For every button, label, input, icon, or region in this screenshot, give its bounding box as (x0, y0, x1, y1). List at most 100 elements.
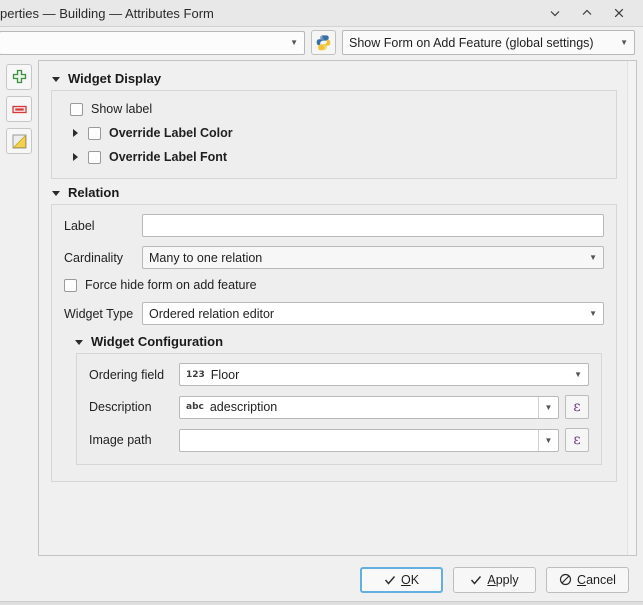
field-selector-combo[interactable]: ▼ (0, 30, 305, 55)
cancel-button[interactable]: Cancel (546, 566, 629, 593)
show-label-text: Show label (91, 102, 153, 116)
form-mode-combo[interactable]: Show Form on Add Feature (global setting… (342, 30, 635, 55)
widget-display-group: Show label Override Label Color Override… (51, 90, 617, 179)
add-item-button[interactable] (6, 64, 32, 90)
title-bar: perties — Building — Attributes Form (0, 0, 643, 27)
image-path-expression-button[interactable]: ε (565, 428, 589, 452)
override-label-font-checkbox[interactable] (88, 150, 101, 164)
minimize-icon[interactable] (547, 5, 563, 21)
cardinality-caption: Cardinality (64, 250, 124, 265)
chevron-down-icon[interactable]: ▼ (538, 396, 558, 418)
ordering-field-combo[interactable]: 123 Floor ▼ (179, 363, 589, 386)
check-icon (471, 575, 482, 585)
window-title: perties — Building — Attributes Form (0, 5, 214, 21)
properties-panel: Widget Display Show label Override Label… (38, 60, 637, 556)
image-path-caption: Image path (89, 433, 152, 447)
ok-mnemonic: O (400, 572, 411, 587)
override-label-font-row[interactable]: Override Label Font (70, 150, 604, 164)
text-type-icon: abc (186, 402, 204, 412)
widget-configuration-group: Ordering field 123 Floor ▼ Description a… (76, 353, 602, 465)
widget-type-combo[interactable]: Ordered relation editor ▼ (142, 302, 604, 325)
cancel-mnemonic: C (577, 572, 587, 587)
cardinality-value: Many to one relation (149, 250, 263, 265)
chevron-down-icon (75, 339, 83, 345)
left-toolbar (0, 58, 38, 560)
properties-content: Widget Display Show label Override Label… (39, 61, 627, 555)
expand-override-label-color-button[interactable] (70, 128, 80, 138)
relation-label-caption: Label (64, 218, 95, 233)
python-init-button[interactable] (311, 30, 336, 55)
relation-label-input[interactable] (142, 214, 604, 237)
integer-type-icon: 123 (186, 369, 205, 380)
vertical-scrollbar[interactable] (627, 61, 636, 555)
maximize-icon[interactable] (579, 5, 595, 21)
form-mode-value: Show Form on Add Feature (global setting… (349, 35, 594, 50)
expand-override-label-font-button[interactable] (70, 152, 80, 162)
relation-group: Label Cardinality Many to one relation ▼ (51, 204, 617, 482)
ok-rest: K (410, 572, 420, 587)
red-minus-icon (11, 105, 27, 113)
top-toolbar: ▼ Show Form on Add Feature (global setti… (0, 27, 643, 58)
section-relation[interactable]: Relation (51, 185, 617, 200)
section-relation-title: Relation (68, 185, 120, 200)
ok-button[interactable]: OK (360, 566, 443, 593)
window-bottom-edge (0, 601, 643, 605)
section-widget-configuration-title: Widget Configuration (91, 334, 224, 349)
apply-button-label: Apply (487, 573, 518, 587)
force-hide-text: Force hide form on add feature (85, 278, 257, 292)
section-widget-display-title: Widget Display (68, 71, 162, 86)
yellow-triangle-icon (12, 134, 26, 148)
chevron-down-icon: ▼ (589, 252, 597, 262)
description-expression-button[interactable]: ε (565, 395, 589, 419)
python-icon (316, 35, 331, 51)
widget-type-row: Widget Type Ordered relation editor ▼ (64, 302, 604, 325)
force-hide-checkbox[interactable] (64, 278, 77, 292)
chevron-down-icon[interactable]: ▼ (538, 429, 558, 451)
force-hide-row[interactable]: Force hide form on add feature (64, 278, 604, 292)
description-combo[interactable]: abc adescription ▼ (179, 395, 559, 419)
description-caption: Description (89, 400, 152, 414)
override-label-color-text: Override Label Color (109, 126, 233, 140)
dialog-footer: OK Apply Cancel (0, 560, 643, 605)
image-path-combo[interactable]: ▼ (179, 428, 559, 452)
close-icon[interactable] (611, 5, 627, 21)
override-label-color-checkbox[interactable] (88, 126, 101, 140)
chevron-down-icon (52, 76, 60, 82)
epsilon-icon: ε (573, 432, 581, 448)
cardinality-row: Cardinality Many to one relation ▼ (64, 246, 604, 269)
remove-item-button[interactable] (6, 96, 32, 122)
apply-rest: pply (495, 572, 519, 587)
ordering-field-caption: Ordering field (89, 367, 165, 382)
cardinality-combo[interactable]: Many to one relation ▼ (142, 246, 604, 269)
description-value: adescription (209, 400, 278, 414)
chevron-down-icon: ▼ (589, 308, 597, 318)
show-label-checkbox[interactable] (70, 102, 83, 116)
cancel-rest: ancel (586, 572, 616, 587)
green-plus-icon (12, 69, 26, 83)
ordering-field-row: Ordering field 123 Floor ▼ (89, 363, 589, 386)
override-label-font-text: Override Label Font (109, 150, 228, 164)
chevron-down-icon (52, 190, 60, 196)
chevron-right-icon (73, 129, 78, 137)
cancel-button-label: Cancel (577, 573, 616, 587)
chevron-down-icon: ▼ (620, 37, 628, 47)
block-icon (559, 573, 572, 586)
widget-type-value: Ordered relation editor (149, 306, 275, 321)
chevron-down-icon: ▼ (574, 369, 582, 379)
dialog-body: Widget Display Show label Override Label… (0, 58, 643, 560)
epsilon-icon: ε (573, 399, 581, 415)
attributes-form-dialog: perties — Building — Attributes Form ▼ S… (0, 0, 643, 605)
chevron-right-icon (73, 153, 78, 161)
widget-type-caption: Widget Type (64, 306, 134, 321)
show-label-row[interactable]: Show label (70, 102, 604, 116)
invert-selection-button[interactable] (6, 128, 32, 154)
chevron-down-icon: ▼ (290, 37, 298, 47)
image-path-row: Image path ▼ ε (89, 428, 589, 452)
ordering-field-value: Floor (210, 367, 240, 382)
relation-label-row: Label (64, 214, 604, 237)
section-widget-display[interactable]: Widget Display (51, 71, 617, 86)
override-label-color-row[interactable]: Override Label Color (70, 126, 604, 140)
section-widget-configuration[interactable]: Widget Configuration (74, 334, 604, 349)
ok-button-label: OK (401, 573, 419, 587)
apply-button[interactable]: Apply (453, 566, 536, 593)
